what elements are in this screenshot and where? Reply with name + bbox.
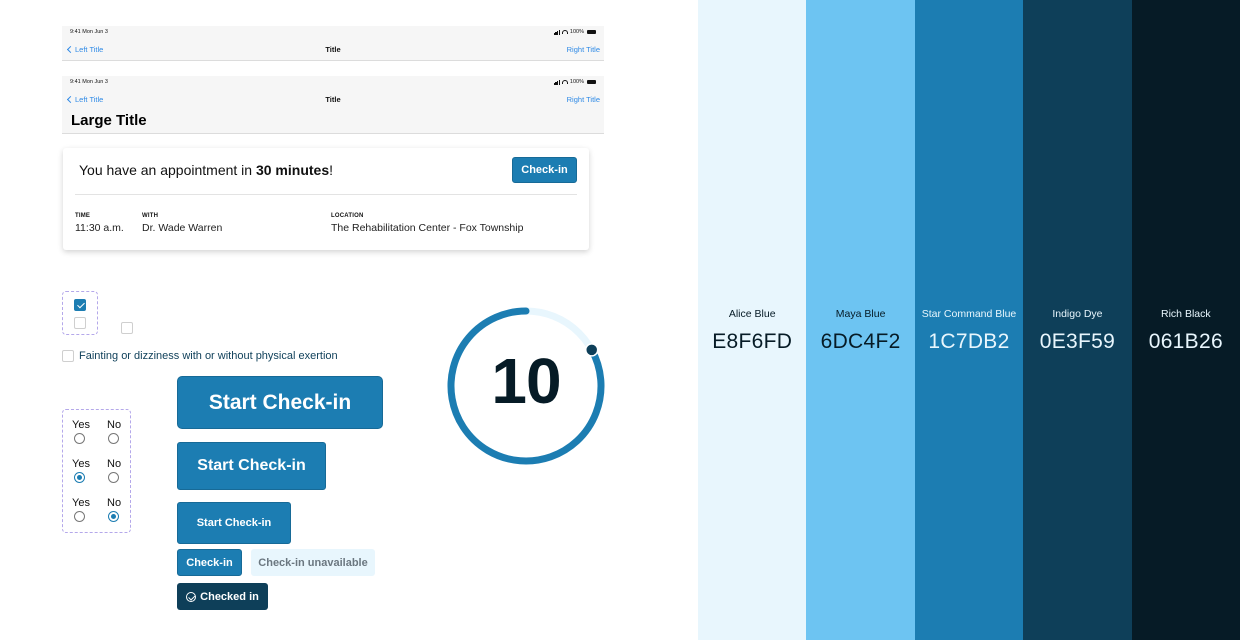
- large-title: Large Title: [71, 112, 147, 129]
- field-value: Dr. Wade Warren: [142, 222, 223, 234]
- message-time: 30 minutes: [255, 162, 330, 178]
- checked-in-button[interactable]: Checked in: [177, 583, 268, 610]
- field-location: LOCATION The Rehabilitation Center - Fox…: [331, 213, 523, 234]
- swatch-name: Star Command Blue: [921, 308, 1017, 320]
- swatch-hex: 061B26: [1148, 330, 1223, 353]
- message-prefix: You have an appointment in: [79, 162, 256, 178]
- signal-icon: [553, 29, 560, 35]
- battery-percent: 100%: [569, 79, 584, 85]
- battery-icon: [587, 80, 596, 84]
- field-label: LOCATION: [331, 213, 364, 219]
- countdown-value: 10: [491, 345, 561, 417]
- checkin-button[interactable]: Check-in: [177, 549, 242, 576]
- checkbox-label: Fainting or dizziness with or without ph…: [79, 350, 338, 362]
- status-bar: 9:41 Mon Jun 3 100%: [70, 29, 596, 37]
- start-checkin-button-medium[interactable]: Start Check-in: [177, 502, 291, 544]
- message-suffix: !: [329, 162, 333, 178]
- radio-yes[interactable]: [74, 433, 85, 444]
- start-checkin-button-large[interactable]: Start Check-in: [177, 442, 326, 490]
- card-checkin-button[interactable]: Check-in: [512, 157, 577, 183]
- field-label: WITH: [142, 213, 159, 219]
- radio-label-no: No: [107, 419, 122, 431]
- radio-yes[interactable]: [74, 472, 85, 483]
- field-time: TIME 11:30 a.m.: [75, 213, 124, 234]
- color-swatch: Maya Blue 6DC4F2: [806, 0, 915, 640]
- check-circle-icon: [186, 591, 197, 602]
- nav-right-button[interactable]: Right Title: [567, 45, 600, 54]
- color-swatch: Rich Black 061B26: [1131, 0, 1240, 640]
- radio-no[interactable]: [108, 433, 119, 444]
- swatch-hex: 6DC4F2: [820, 330, 901, 353]
- countdown-timer: 10: [440, 300, 612, 472]
- radio-label-yes: Yes: [72, 497, 90, 509]
- nav-right-button[interactable]: Right Title: [567, 95, 600, 104]
- swatch-hex: 0E3F59: [1039, 330, 1116, 353]
- radio-label-no: No: [107, 497, 122, 509]
- swatch-name: Indigo Dye: [1052, 308, 1103, 320]
- checkbox-unchecked[interactable]: [74, 317, 86, 329]
- status-time: 9:41 Mon Jun 3: [70, 29, 108, 35]
- appointment-card: You have an appointment in 30 minutes! C…: [63, 148, 589, 250]
- field-with: WITH Dr. Wade Warren: [142, 213, 222, 234]
- appointment-message: You have an appointment in 30 minutes!: [79, 162, 333, 178]
- checkbox-fainting[interactable]: [62, 350, 74, 362]
- checked-in-label: Checked in: [200, 590, 259, 603]
- color-swatch: Star Command Blue 1C7DB2: [914, 0, 1024, 640]
- color-swatch: Alice Blue E8F6FD: [698, 0, 807, 640]
- field-value: 11:30 a.m.: [75, 222, 124, 234]
- status-time: 9:41 Mon Jun 3: [70, 79, 108, 85]
- divider: [75, 194, 577, 195]
- radio-label-yes: Yes: [72, 458, 90, 470]
- checkin-unavailable-button[interactable]: Check-in unavailable: [251, 549, 375, 576]
- checkbox-standalone[interactable]: [121, 322, 133, 334]
- wifi-icon: [561, 80, 568, 84]
- nav-title: Title: [325, 95, 341, 104]
- color-palette: Alice Blue E8F6FD Maya Blue 6DC4F2 Star Comm…: [698, 0, 1240, 640]
- battery-icon: [587, 30, 596, 34]
- nav-title: Title: [325, 45, 341, 54]
- field-label: TIME: [75, 213, 91, 219]
- radio-yes[interactable]: [74, 511, 85, 522]
- swatch-name: Rich Black: [1161, 308, 1211, 320]
- radio-label-no: No: [107, 458, 122, 470]
- wifi-icon: [561, 30, 568, 34]
- swatch-hex: E8F6FD: [712, 330, 793, 353]
- radio-no[interactable]: [108, 511, 119, 522]
- signal-icon: [553, 79, 560, 85]
- swatch-name: Alice Blue: [728, 308, 776, 320]
- ios-nav-bar-large: 9:41 Mon Jun 3 100% Left Title Title Rig…: [62, 76, 604, 134]
- swatch-hex: 1C7DB2: [928, 330, 1010, 353]
- radio-label-yes: Yes: [72, 419, 90, 431]
- start-checkin-button-xl[interactable]: Start Check-in: [177, 376, 383, 429]
- status-bar: 9:41 Mon Jun 3 100%: [70, 79, 596, 87]
- radio-no[interactable]: [108, 472, 119, 483]
- field-value: The Rehabilitation Center - Fox Township: [331, 222, 524, 234]
- checkbox-checked[interactable]: [74, 299, 86, 311]
- swatch-name: Maya Blue: [835, 308, 886, 320]
- battery-percent: 100%: [569, 29, 584, 35]
- color-swatch: Indigo Dye 0E3F59: [1023, 0, 1132, 640]
- ios-nav-bar: 9:41 Mon Jun 3 100% Left Title Title Rig…: [62, 26, 604, 61]
